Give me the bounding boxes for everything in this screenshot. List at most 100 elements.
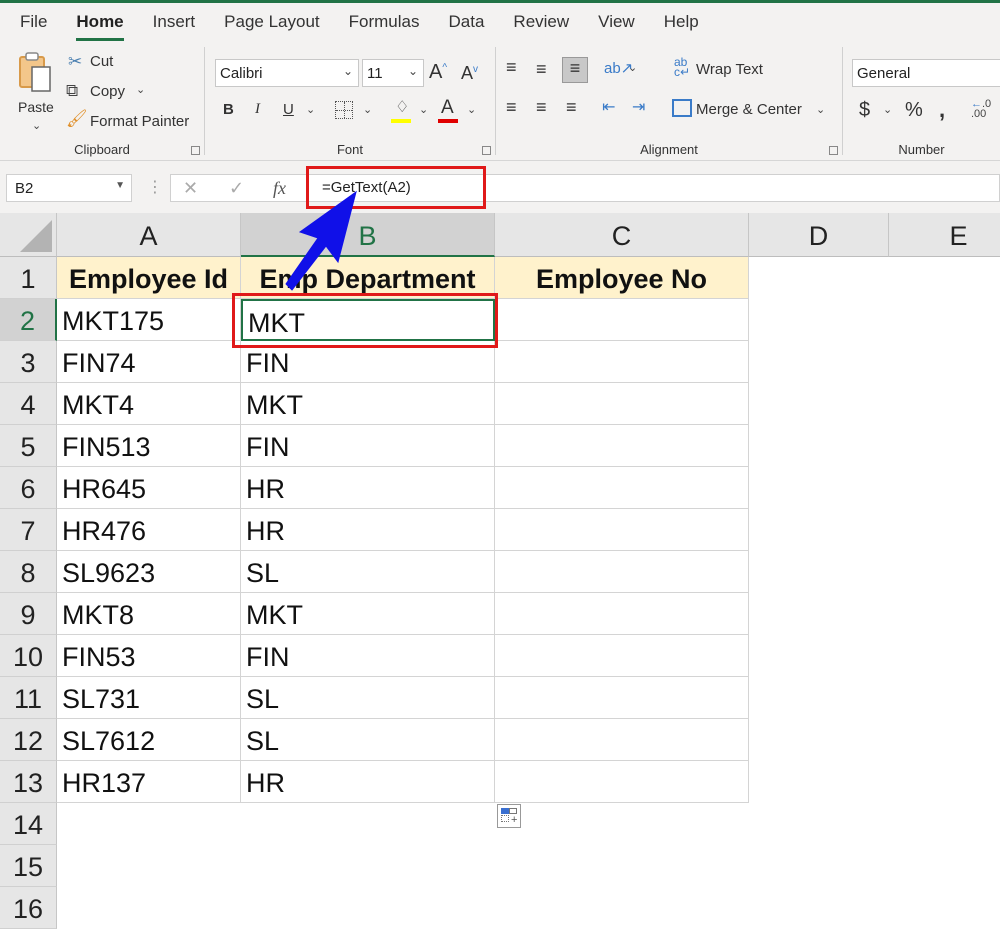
font-size-select[interactable]: 11 ⌄ <box>362 59 424 87</box>
table-cell[interactable]: SL <box>241 719 495 761</box>
merge-center-button[interactable]: Merge & Center <box>696 101 802 118</box>
row-header-13[interactable]: 13 <box>0 761 57 803</box>
cut-button[interactable]: Cut <box>90 53 113 70</box>
table-cell[interactable]: HR <box>241 509 495 551</box>
enter-icon[interactable]: ✓ <box>229 178 244 199</box>
alignment-launcher-icon[interactable] <box>829 146 838 155</box>
cancel-icon[interactable]: ✕ <box>183 178 198 199</box>
table-cell[interactable]: SL <box>241 677 495 719</box>
table-cell[interactable]: SL731 <box>57 677 241 719</box>
table-cell[interactable] <box>495 551 749 593</box>
table-cell[interactable] <box>495 719 749 761</box>
number-format-select[interactable]: General <box>852 59 1000 87</box>
column-header-a[interactable]: A <box>57 213 241 257</box>
header-cell[interactable]: Employee Id <box>57 257 241 299</box>
paste-dropdown-icon[interactable]: ⌄ <box>32 119 41 132</box>
middle-align-icon[interactable]: ≡ <box>536 59 547 80</box>
tab-data[interactable]: Data <box>449 12 485 32</box>
percent-button[interactable]: % <box>905 99 923 122</box>
table-cell[interactable] <box>495 593 749 635</box>
wrap-text-button[interactable]: Wrap Text <box>696 61 763 78</box>
table-cell[interactable]: MKT175 <box>57 299 241 341</box>
underline-button[interactable]: U <box>283 101 294 118</box>
merge-dropdown-icon[interactable]: ⌄ <box>816 103 825 116</box>
row-header-8[interactable]: 8 <box>0 551 57 593</box>
name-box[interactable]: B2 ▼ <box>6 174 132 202</box>
font-color-icon[interactable]: A <box>441 97 454 119</box>
copy-button[interactable]: Copy <box>90 83 125 100</box>
align-center-icon[interactable]: ≡ <box>536 97 547 118</box>
bold-button[interactable]: B <box>223 101 234 118</box>
comma-style-button[interactable]: , <box>939 97 945 123</box>
row-header-12[interactable]: 12 <box>0 719 57 761</box>
table-cell[interactable] <box>495 761 749 803</box>
bottom-align-icon[interactable]: ≡ <box>562 57 588 83</box>
tab-help[interactable]: Help <box>664 12 699 32</box>
decrease-font-size-icon[interactable]: Av <box>461 63 478 84</box>
table-cell[interactable] <box>495 509 749 551</box>
table-cell[interactable]: FIN53 <box>57 635 241 677</box>
column-header-c[interactable]: C <box>495 213 749 257</box>
header-cell[interactable]: Employee No <box>495 257 749 299</box>
font-name-select[interactable]: Calibri ⌄ <box>215 59 359 87</box>
format-painter-button[interactable]: Format Painter <box>90 113 189 130</box>
tab-view[interactable]: View <box>598 12 635 32</box>
borders-dropdown-icon[interactable]: ⌄ <box>363 103 372 116</box>
paste-button[interactable]: Paste ⌄ <box>14 51 58 132</box>
tab-insert[interactable]: Insert <box>153 12 196 32</box>
row-header-14[interactable]: 14 <box>0 803 57 845</box>
table-cell[interactable] <box>495 341 749 383</box>
underline-dropdown-icon[interactable]: ⌄ <box>306 103 315 116</box>
row-header-6[interactable]: 6 <box>0 467 57 509</box>
table-cell[interactable]: HR645 <box>57 467 241 509</box>
copy-dropdown-icon[interactable]: ⌄ <box>136 83 145 96</box>
align-left-icon[interactable]: ≡ <box>506 97 517 118</box>
row-header-2[interactable]: 2 <box>0 299 57 341</box>
borders-icon[interactable] <box>335 101 353 119</box>
table-cell[interactable]: FIN <box>241 425 495 467</box>
row-header-11[interactable]: 11 <box>0 677 57 719</box>
table-cell[interactable]: HR137 <box>57 761 241 803</box>
column-header-e[interactable]: E <box>889 213 1000 257</box>
table-cell[interactable]: SL <box>241 551 495 593</box>
fill-color-icon[interactable]: ♢ <box>395 97 409 117</box>
fill-color-dropdown-icon[interactable]: ⌄ <box>419 103 428 116</box>
table-cell[interactable]: SL9623 <box>57 551 241 593</box>
clipboard-launcher-icon[interactable] <box>191 146 200 155</box>
increase-font-size-icon[interactable]: A^ <box>429 61 447 84</box>
table-cell[interactable] <box>495 635 749 677</box>
italic-button[interactable]: I <box>255 101 260 118</box>
table-cell[interactable]: FIN <box>241 635 495 677</box>
tab-home[interactable]: Home <box>76 12 124 41</box>
tab-page-layout[interactable]: Page Layout <box>224 12 319 32</box>
table-cell[interactable] <box>495 677 749 719</box>
column-header-d[interactable]: D <box>749 213 889 257</box>
tab-review[interactable]: Review <box>513 12 569 32</box>
row-header-3[interactable]: 3 <box>0 341 57 383</box>
orientation-dropdown-icon[interactable]: ⌄ <box>628 61 637 74</box>
row-header-15[interactable]: 15 <box>0 845 57 887</box>
tab-file[interactable]: File <box>20 12 47 32</box>
decrease-indent-icon[interactable]: ⇤ <box>602 97 615 117</box>
select-all-button[interactable] <box>0 213 57 257</box>
table-cell[interactable]: FIN74 <box>57 341 241 383</box>
currency-button[interactable]: $ <box>859 99 870 122</box>
font-color-dropdown-icon[interactable]: ⌄ <box>467 103 476 116</box>
row-header-7[interactable]: 7 <box>0 509 57 551</box>
align-right-icon[interactable]: ≡ <box>566 97 577 118</box>
row-header-4[interactable]: 4 <box>0 383 57 425</box>
table-cell[interactable]: MKT4 <box>57 383 241 425</box>
tab-formulas[interactable]: Formulas <box>349 12 420 32</box>
row-header-16[interactable]: 16 <box>0 887 57 929</box>
top-align-icon[interactable]: ≡ <box>506 57 517 78</box>
table-cell[interactable]: HR476 <box>57 509 241 551</box>
table-cell[interactable] <box>495 425 749 467</box>
currency-dropdown-icon[interactable]: ⌄ <box>883 103 892 116</box>
table-cell[interactable] <box>495 383 749 425</box>
table-cell[interactable] <box>495 467 749 509</box>
table-cell[interactable]: HR <box>241 467 495 509</box>
paste-options-icon[interactable]: + <box>497 804 521 828</box>
table-cell[interactable] <box>495 299 749 341</box>
table-cell[interactable]: SL7612 <box>57 719 241 761</box>
table-cell[interactable]: FIN513 <box>57 425 241 467</box>
